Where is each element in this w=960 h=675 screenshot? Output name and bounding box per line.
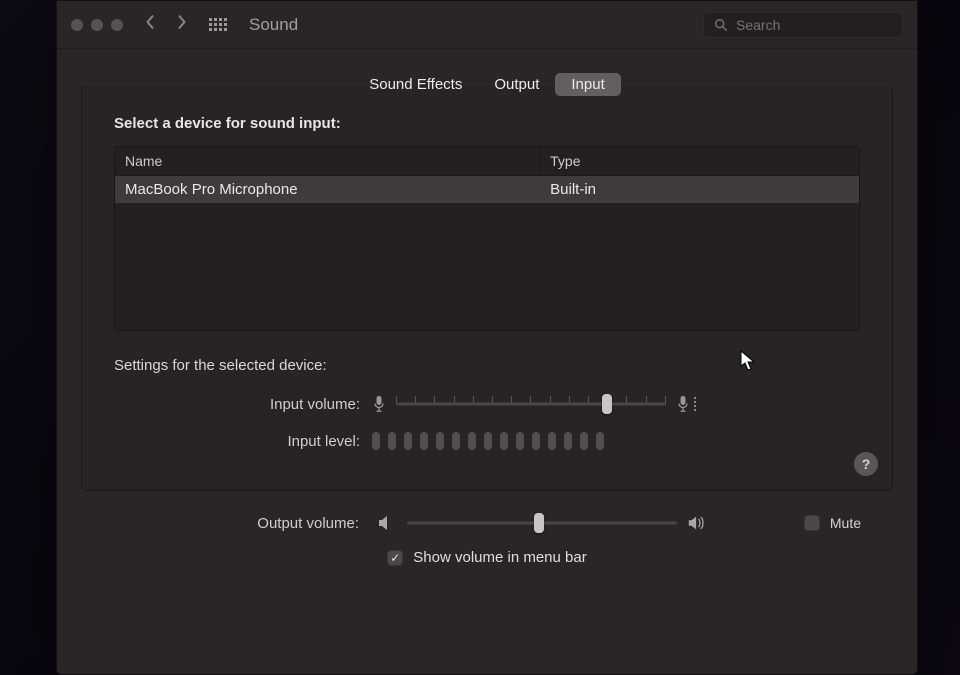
window-controls [71, 19, 123, 31]
input-level-meter [372, 432, 860, 450]
search-placeholder: Search [736, 17, 780, 33]
output-volume-label: Output volume: [113, 515, 361, 532]
level-pip [596, 432, 604, 450]
input-volume-label: Input volume: [114, 396, 362, 413]
tab-output[interactable]: Output [478, 73, 555, 96]
minimize-window-button[interactable] [91, 19, 103, 31]
zoom-window-button[interactable] [111, 19, 123, 31]
mic-quiet-icon [372, 395, 386, 413]
input-volume-slider[interactable] [396, 394, 666, 414]
column-header-name[interactable]: Name [115, 147, 540, 175]
input-volume-control [372, 394, 860, 414]
show-all-button[interactable] [209, 18, 227, 31]
page-title: Sound [249, 15, 298, 35]
nav-controls [145, 14, 187, 35]
level-pip [532, 432, 540, 450]
tab-strip: Sound Effects Output Input [353, 73, 621, 96]
show-volume-checkbox[interactable]: ✓ [387, 550, 403, 566]
footer: Output volume: Mute [81, 491, 893, 566]
help-button[interactable]: ? [854, 452, 878, 476]
level-pip [484, 432, 492, 450]
preferences-window: Sound Search Sound Effects Output Input … [56, 0, 918, 675]
window-toolbar: Sound Search [57, 1, 917, 49]
mute-checkbox[interactable] [804, 515, 820, 531]
input-device-table: Name Type MacBook Pro Microphone Built-i… [114, 146, 860, 331]
level-pip [420, 432, 428, 450]
close-window-button[interactable] [71, 19, 83, 31]
column-header-type[interactable]: Type [540, 147, 859, 175]
tab-sound-effects[interactable]: Sound Effects [353, 73, 478, 96]
mute-group: Mute [804, 515, 861, 531]
search-icon [714, 18, 728, 32]
show-volume-row: ✓ Show volume in menu bar [387, 549, 586, 566]
level-pip [468, 432, 476, 450]
output-volume-thumb[interactable] [534, 513, 544, 533]
level-pip [388, 432, 396, 450]
level-pip [452, 432, 460, 450]
mic-loud-icon [676, 395, 696, 413]
level-pip [372, 432, 380, 450]
level-pip [564, 432, 572, 450]
mute-label: Mute [830, 515, 861, 531]
input-level-row: Input level: [114, 432, 860, 450]
window-content: Sound Effects Output Input Select a devi… [57, 49, 917, 674]
output-volume-slider[interactable] [407, 513, 677, 533]
device-list-heading: Select a device for sound input: [114, 115, 860, 132]
search-input[interactable]: Search [703, 12, 903, 38]
output-volume-row: Output volume: Mute [113, 513, 861, 533]
speaker-quiet-icon [377, 514, 397, 532]
input-volume-thumb[interactable] [602, 394, 612, 414]
output-volume-control [377, 513, 788, 533]
level-pip [548, 432, 556, 450]
level-pip [580, 432, 588, 450]
level-pip [516, 432, 524, 450]
device-name: MacBook Pro Microphone [115, 176, 540, 203]
back-button[interactable] [145, 14, 155, 35]
speaker-loud-icon [687, 514, 707, 532]
input-level-label: Input level: [114, 433, 362, 450]
table-header: Name Type [115, 147, 859, 176]
forward-button[interactable] [177, 14, 187, 35]
level-pip [436, 432, 444, 450]
input-volume-row: Input volume: [114, 394, 860, 414]
level-pip [500, 432, 508, 450]
level-pip [404, 432, 412, 450]
show-volume-label: Show volume in menu bar [413, 549, 586, 566]
settings-heading: Settings for the selected device: [114, 357, 860, 374]
device-type: Built-in [540, 176, 859, 203]
tab-input[interactable]: Input [555, 73, 620, 96]
table-row[interactable]: MacBook Pro Microphone Built-in [115, 176, 859, 203]
input-panel: Select a device for sound input: Name Ty… [81, 84, 893, 491]
